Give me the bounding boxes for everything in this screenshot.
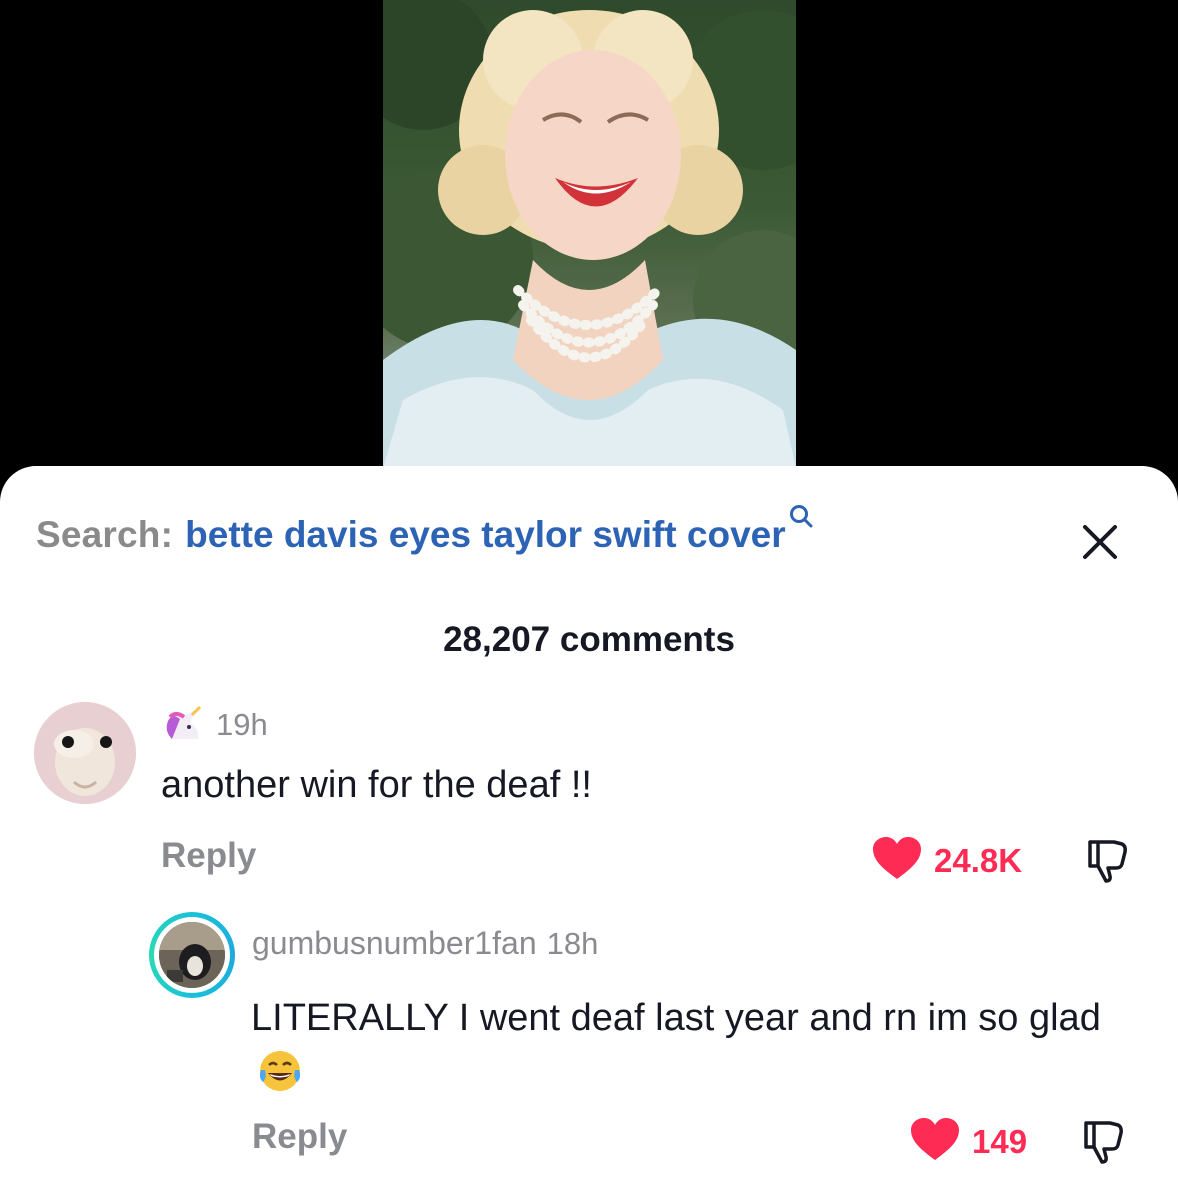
avatar[interactable]: [34, 702, 136, 804]
unicorn-emoji-icon[interactable]: [162, 705, 208, 745]
username[interactable]: gumbusnumber1fan: [252, 925, 537, 962]
heart-icon[interactable]: [872, 836, 922, 885]
video-area[interactable]: [0, 0, 1178, 480]
thumbs-down-icon[interactable]: [1084, 834, 1134, 884]
like-count: 24.8K: [934, 841, 1023, 879]
search-suggestion[interactable]: Search: bette davis eyes taylor swift co…: [36, 505, 814, 564]
avatar-story-ring[interactable]: [149, 912, 235, 998]
comment-text: another win for the deaf !!: [161, 764, 592, 806]
close-icon[interactable]: [1078, 520, 1122, 564]
reply-button[interactable]: Reply: [252, 1117, 347, 1157]
reply-text: LITERALLY I went deaf last year and rn i…: [251, 997, 1101, 1039]
like-button[interactable]: 149: [910, 1117, 1027, 1166]
search-icon[interactable]: [788, 503, 814, 529]
comment-header: 19h: [162, 703, 268, 747]
reply-header: gumbusnumber1fan 18h: [252, 925, 598, 962]
search-label: Search:: [36, 514, 174, 555]
video-thumbnail[interactable]: [383, 0, 796, 468]
comment-time: 19h: [216, 707, 268, 742]
search-query-link[interactable]: bette davis eyes taylor swift cover: [185, 514, 786, 556]
avatar[interactable]: [159, 922, 225, 988]
like-count: 149: [972, 1122, 1028, 1160]
heart-icon[interactable]: [910, 1117, 960, 1166]
reply-time: 18h: [546, 926, 599, 961]
reply-text-block: LITERALLY I went deaf last year and rn i…: [251, 990, 1151, 1102]
reply-button[interactable]: Reply: [161, 836, 256, 876]
laughing-tears-emoji-icon: [257, 1048, 303, 1094]
thumbs-down-icon[interactable]: [1080, 1115, 1130, 1165]
comment-count: 28,207 comments: [443, 620, 735, 659]
like-button[interactable]: 24.8K: [872, 836, 1022, 885]
